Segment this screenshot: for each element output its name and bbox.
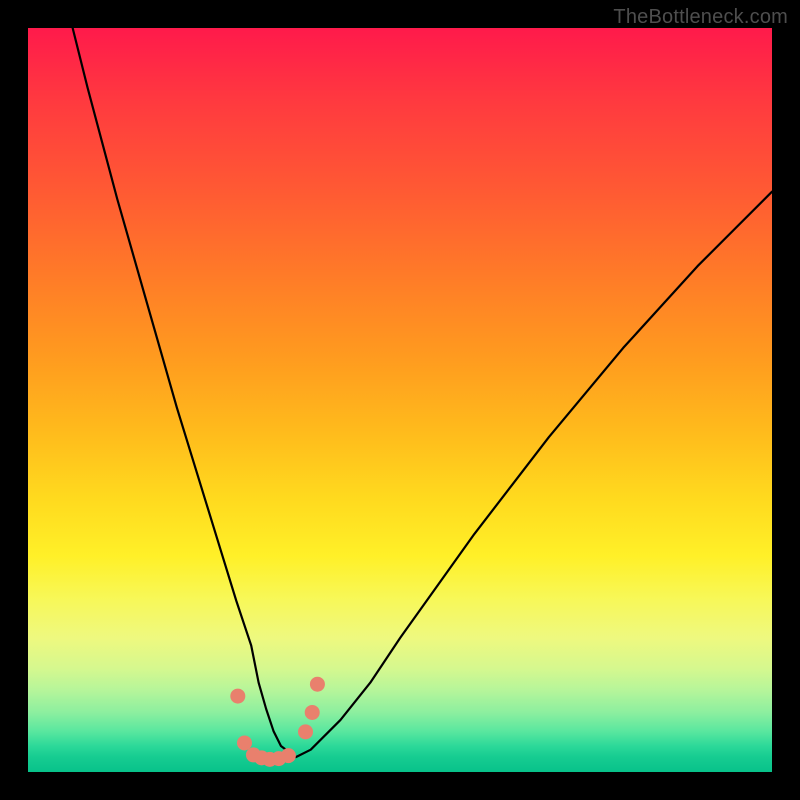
plot-area (28, 28, 772, 772)
bottleneck-curve (73, 28, 772, 757)
chart-frame: TheBottleneck.com (0, 0, 800, 800)
marker-dot (281, 748, 296, 763)
marker-dot (230, 689, 245, 704)
highlighted-points (230, 677, 325, 767)
marker-dot (305, 705, 320, 720)
watermark-text: TheBottleneck.com (613, 6, 788, 29)
marker-dot (237, 735, 252, 750)
marker-dot (310, 677, 325, 692)
marker-dot (298, 724, 313, 739)
chart-svg (28, 28, 772, 772)
